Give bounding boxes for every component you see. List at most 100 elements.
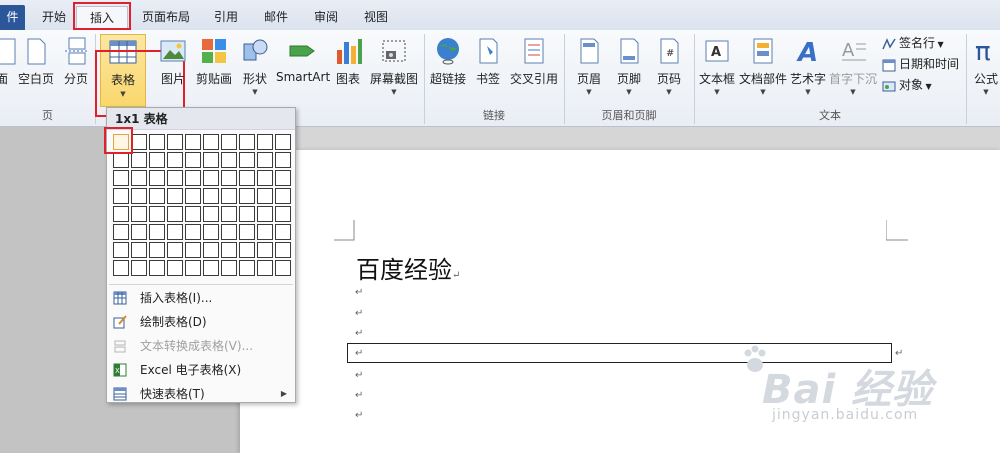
- table-grid-cell[interactable]: [257, 170, 273, 186]
- table-grid-cell[interactable]: [257, 188, 273, 204]
- table-grid-cell[interactable]: [221, 242, 237, 258]
- table-grid-cell[interactable]: [131, 206, 147, 222]
- table-grid-cell[interactable]: [257, 134, 273, 150]
- table-grid-cell[interactable]: [113, 224, 129, 240]
- table-grid-cell[interactable]: [167, 206, 183, 222]
- table-grid-cell[interactable]: [131, 260, 147, 276]
- table-grid-cell[interactable]: [221, 206, 237, 222]
- table-grid-cell[interactable]: [257, 206, 273, 222]
- table-grid-cell[interactable]: [149, 152, 165, 168]
- menu-item-draw-table[interactable]: 绘制表格(D): [107, 310, 295, 334]
- table-grid-cell[interactable]: [113, 188, 129, 204]
- tab-references[interactable]: 引用: [206, 6, 246, 30]
- table-grid-cell[interactable]: [131, 224, 147, 240]
- tab-file[interactable]: 件: [0, 5, 25, 30]
- table-grid-cell[interactable]: [185, 152, 201, 168]
- drop-cap-button[interactable]: A 首字下沉 ▼: [828, 34, 878, 96]
- table-grid-cell[interactable]: [167, 188, 183, 204]
- table-grid-cell[interactable]: [167, 152, 183, 168]
- table-grid-cell[interactable]: [203, 260, 219, 276]
- text-box-button[interactable]: A 文本框 ▼: [698, 34, 736, 96]
- hyperlink-button[interactable]: 超链接: [428, 34, 468, 94]
- menu-item-quick-tables[interactable]: 快速表格(T) ▶: [107, 382, 295, 406]
- menu-item-insert-table[interactable]: 插入表格(I)...: [107, 286, 295, 310]
- table-grid-cell[interactable]: [257, 152, 273, 168]
- table-grid-cell[interactable]: [275, 152, 291, 168]
- table-grid-cell[interactable]: [239, 224, 255, 240]
- table-grid-cell[interactable]: [275, 260, 291, 276]
- table-grid-cell[interactable]: [239, 242, 255, 258]
- table-grid-cell[interactable]: [275, 224, 291, 240]
- page-break-button[interactable]: 分页: [60, 34, 92, 94]
- table-grid-cell[interactable]: [203, 170, 219, 186]
- object-button[interactable]: 对象 ▼: [882, 76, 932, 96]
- signature-line-button[interactable]: 签名行 ▼: [882, 34, 944, 54]
- table-grid-cell[interactable]: [239, 206, 255, 222]
- table-grid-cell[interactable]: [149, 134, 165, 150]
- table-grid-cell[interactable]: [239, 188, 255, 204]
- menu-item-excel-spreadsheet[interactable]: X Excel 电子表格(X): [107, 358, 295, 382]
- clip-art-button[interactable]: 剪贴画: [194, 34, 234, 94]
- table-grid-cell[interactable]: [203, 152, 219, 168]
- smartart-button[interactable]: SmartArt: [276, 34, 330, 94]
- table-grid-cell[interactable]: [149, 260, 165, 276]
- table-grid-cell[interactable]: [131, 242, 147, 258]
- table-grid-cell[interactable]: [221, 134, 237, 150]
- shapes-button[interactable]: 形状 ▼: [238, 34, 272, 96]
- table-grid-cell[interactable]: [221, 224, 237, 240]
- table-grid-cell[interactable]: [185, 134, 201, 150]
- menu-item-convert-text-to-table[interactable]: 文本转换成表格(V)...: [107, 334, 295, 358]
- cross-reference-button[interactable]: 交叉引用: [508, 34, 560, 94]
- table-grid-cell[interactable]: [131, 170, 147, 186]
- table-grid-cell[interactable]: [239, 170, 255, 186]
- table-grid-cell[interactable]: [203, 206, 219, 222]
- table-grid-cell[interactable]: [221, 188, 237, 204]
- footer-button[interactable]: 页脚 ▼: [610, 34, 648, 96]
- table-grid-cell[interactable]: [221, 152, 237, 168]
- table-grid-cell[interactable]: [275, 170, 291, 186]
- table-grid-cell[interactable]: [239, 260, 255, 276]
- table-grid-cell[interactable]: [149, 242, 165, 258]
- blank-page-button[interactable]: 空白页: [16, 34, 56, 94]
- table-grid-cell[interactable]: [113, 242, 129, 258]
- table-grid-cell[interactable]: [149, 170, 165, 186]
- table-grid-cell[interactable]: [131, 134, 147, 150]
- table-grid-cell[interactable]: [221, 260, 237, 276]
- table-grid-cell[interactable]: [239, 152, 255, 168]
- table-grid-cell[interactable]: [185, 260, 201, 276]
- table-grid-cell[interactable]: [185, 188, 201, 204]
- table-grid-cell[interactable]: [185, 224, 201, 240]
- table-grid-cell[interactable]: [203, 188, 219, 204]
- tab-review[interactable]: 审阅: [306, 6, 346, 30]
- header-button[interactable]: 页眉 ▼: [570, 34, 608, 96]
- wordart-button[interactable]: A 艺术字 ▼: [790, 34, 826, 96]
- table-grid-cell[interactable]: [167, 224, 183, 240]
- table-grid-cell[interactable]: [203, 134, 219, 150]
- table-grid-cell[interactable]: [113, 206, 129, 222]
- tab-view[interactable]: 视图: [356, 6, 396, 30]
- table-grid-cell[interactable]: [257, 260, 273, 276]
- table-grid-cell[interactable]: [149, 224, 165, 240]
- table-grid-cell[interactable]: [275, 206, 291, 222]
- table-grid-cell[interactable]: [221, 170, 237, 186]
- document-title-text[interactable]: 百度经验↵: [356, 250, 460, 285]
- table-grid-cell[interactable]: [113, 170, 129, 186]
- cover-page-button[interactable]: 面: [0, 34, 16, 94]
- table-grid-cell[interactable]: [149, 206, 165, 222]
- tab-page-layout[interactable]: 页面布局: [134, 6, 198, 30]
- date-time-button[interactable]: 日期和时间: [882, 55, 959, 75]
- quick-parts-button[interactable]: 文档部件 ▼: [738, 34, 788, 96]
- page-number-button[interactable]: # 页码 ▼: [650, 34, 688, 96]
- bookmark-button[interactable]: 书签: [472, 34, 504, 94]
- table-grid-cell[interactable]: [257, 242, 273, 258]
- table-grid-cell[interactable]: [185, 242, 201, 258]
- screenshot-button[interactable]: 屏幕截图 ▼: [368, 34, 420, 96]
- equation-button[interactable]: π 公式 ▼: [972, 34, 1000, 96]
- chart-button[interactable]: 图表: [332, 34, 364, 94]
- table-grid-cell[interactable]: [257, 224, 273, 240]
- table-grid-cell[interactable]: [131, 152, 147, 168]
- table-grid-cell[interactable]: [185, 206, 201, 222]
- table-grid-cell[interactable]: [113, 152, 129, 168]
- table-grid-cell[interactable]: [239, 134, 255, 150]
- picture-button[interactable]: 图片: [154, 34, 192, 94]
